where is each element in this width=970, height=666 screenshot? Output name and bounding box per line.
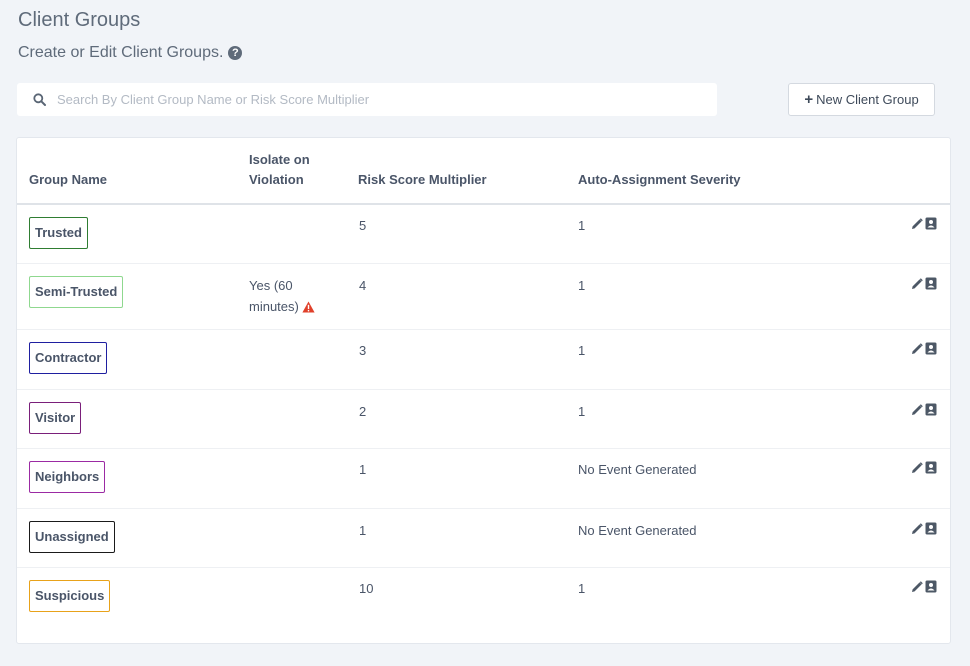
pencil-icon[interactable] [911, 403, 923, 416]
warning-icon[interactable] [302, 301, 315, 313]
table-row: Semi-Trusted Yes (60 minutes) 4 1 [17, 264, 950, 330]
auto-assignment-severity-cell: 1 [578, 278, 586, 293]
pencil-icon[interactable] [911, 277, 923, 290]
auto-assignment-severity-cell: 1 [578, 343, 586, 358]
header-isolate-line1: Isolate on [249, 152, 310, 167]
auto-assignment-severity-cell: 1 [578, 218, 586, 233]
table-row: Suspicious 10 1 [17, 568, 950, 628]
header-isolate-line2: Violation [249, 172, 304, 187]
risk-multiplier-cell: 1 [359, 462, 367, 477]
table-row: Trusted 5 1 [17, 205, 950, 264]
auto-assignment-severity-cell: 1 [578, 581, 586, 596]
search-icon [33, 93, 46, 106]
table-row: Contractor 3 1 [17, 330, 950, 390]
group-name-badge[interactable]: Unassigned [29, 521, 115, 553]
search-input[interactable] [17, 83, 717, 116]
client-groups-table: Group Name Isolate on Violation Risk Sco… [16, 137, 951, 644]
pencil-icon[interactable] [911, 342, 923, 355]
risk-multiplier-cell: 2 [359, 404, 367, 419]
pencil-icon[interactable] [911, 522, 923, 535]
group-name-badge[interactable]: Visitor [29, 402, 82, 434]
auto-assignment-severity-cell: No Event Generated [578, 462, 697, 477]
group-name-badge[interactable]: Suspicious [29, 580, 111, 612]
pencil-icon[interactable] [911, 217, 923, 230]
question-circle-icon[interactable]: ? [228, 46, 243, 60]
isolate-text-line2: minutes) [249, 299, 299, 314]
table-row: Visitor 2 1 [17, 390, 950, 449]
row-actions [911, 403, 937, 416]
page-subtitle: Create or Edit Client Groups. ? [18, 44, 243, 62]
new-client-group-button[interactable]: + New Client Group [788, 83, 935, 116]
contact-card-icon[interactable] [925, 277, 937, 290]
row-actions [911, 342, 937, 355]
header-isolate-on-violation[interactable]: Isolate on Violation [249, 150, 339, 190]
page-subtitle-text: Create or Edit Client Groups. [18, 44, 224, 61]
contact-card-icon[interactable] [925, 217, 937, 230]
table-row: Unassigned 1 No Event Generated [17, 509, 950, 568]
isolate-text-line1: Yes (60 [249, 278, 293, 293]
row-actions [911, 217, 937, 230]
risk-multiplier-cell: 4 [359, 278, 367, 293]
risk-multiplier-cell: 3 [359, 343, 367, 358]
contact-card-icon[interactable] [925, 461, 937, 474]
risk-multiplier-cell: 10 [359, 581, 374, 596]
risk-multiplier-cell: 1 [359, 523, 367, 538]
contact-card-icon[interactable] [925, 342, 937, 355]
group-name-badge[interactable]: Trusted [29, 217, 88, 249]
plus-icon: + [804, 91, 814, 108]
group-name-badge[interactable]: Neighbors [29, 461, 106, 493]
risk-multiplier-cell: 5 [359, 218, 367, 233]
contact-card-icon[interactable] [925, 522, 937, 535]
header-group-name[interactable]: Group Name [29, 170, 107, 190]
auto-assignment-severity-cell: No Event Generated [578, 523, 697, 538]
row-actions [911, 522, 937, 535]
header-auto-assignment-severity[interactable]: Auto-Assignment Severity [578, 170, 741, 190]
contact-card-icon[interactable] [925, 403, 937, 416]
isolate-line2-wrap: minutes) [249, 296, 339, 317]
table-header: Group Name Isolate on Violation Risk Sco… [17, 138, 950, 205]
isolate-on-violation-cell: Yes (60 minutes) [249, 275, 339, 317]
row-actions [911, 461, 937, 474]
search-box [17, 83, 717, 116]
table-row: Neighbors 1 No Event Generated [17, 449, 950, 509]
pencil-icon[interactable] [911, 461, 923, 474]
row-actions [911, 277, 937, 290]
group-name-badge[interactable]: Semi-Trusted [29, 276, 124, 308]
group-name-badge[interactable]: Contractor [29, 342, 108, 374]
page-title: Client Groups [18, 9, 141, 31]
contact-card-icon[interactable] [925, 580, 937, 593]
header-risk-score-multiplier[interactable]: Risk Score Multiplier [358, 170, 487, 190]
row-actions [911, 580, 937, 593]
pencil-icon[interactable] [911, 580, 923, 593]
auto-assignment-severity-cell: 1 [578, 404, 586, 419]
new-client-group-label: New Client Group [816, 92, 919, 107]
